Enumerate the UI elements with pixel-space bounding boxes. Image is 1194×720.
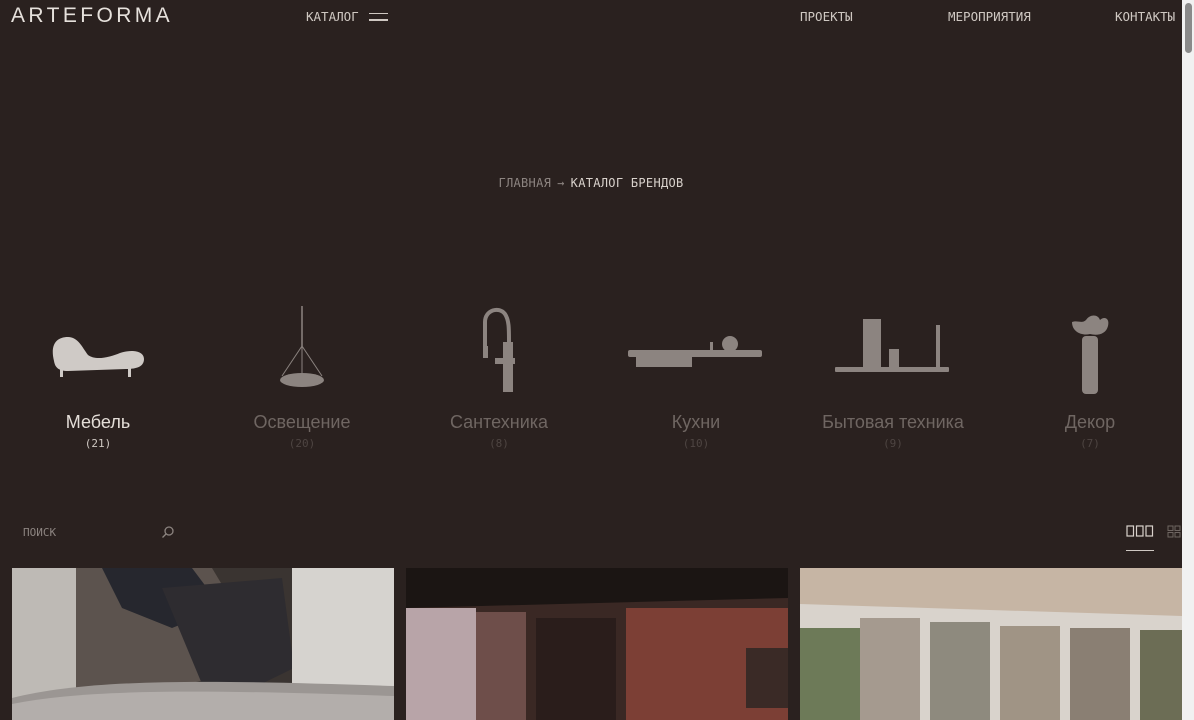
category-kitchens[interactable]: Кухни (10)	[596, 300, 796, 450]
category-label: Освещение	[253, 412, 351, 432]
appliances-icon	[835, 319, 949, 372]
search-box	[11, 518, 179, 546]
site-header: ARTEFORMA КАТАЛОГ ПРОЕКТЫ МЕРОПРИЯТИЯ КО…	[0, 0, 1182, 34]
category-count: (8)	[489, 437, 509, 450]
category-count: (20)	[288, 437, 316, 450]
category-furniture[interactable]: Мебель (21)	[0, 300, 198, 450]
brand-card[interactable]	[406, 568, 788, 720]
search-input[interactable]	[11, 518, 173, 546]
category-plumbing[interactable]: Сантехника (8)	[399, 300, 599, 450]
nav-projects[interactable]: ПРОЕКТЫ	[800, 9, 853, 24]
kitchen-icon	[628, 336, 762, 367]
grid-view-icon	[1167, 525, 1181, 538]
sofa-icon	[52, 337, 144, 377]
category-label: Мебель	[65, 412, 131, 432]
menu-icon	[368, 12, 388, 21]
nav-events[interactable]: МЕРОПРИЯТИЯ	[948, 9, 1031, 24]
category-appliances[interactable]: Бытовая техника (9)	[793, 300, 993, 450]
category-count: (9)	[883, 437, 903, 450]
category-label: Кухни	[671, 412, 721, 432]
category-count: (7)	[1080, 437, 1100, 450]
breadcrumb-home[interactable]: ГЛАВНАЯ	[498, 176, 551, 190]
search-icon[interactable]	[161, 525, 175, 539]
category-decor[interactable]: Декор (7)	[990, 300, 1190, 450]
scrollbar-thumb[interactable]	[1185, 3, 1192, 53]
nav-contacts[interactable]: КОНТАКТЫ	[1115, 9, 1175, 24]
vase-icon	[1072, 315, 1109, 394]
list-view-icon	[1126, 525, 1154, 537]
brand-card-image	[12, 568, 394, 720]
brand-card-image	[800, 568, 1182, 720]
catalog-label: КАТАЛОГ	[306, 9, 359, 24]
breadcrumb: ГЛАВНАЯ → КАТАЛОГ БРЕНДОВ	[0, 176, 1182, 190]
category-label: Бытовая техника	[822, 412, 964, 432]
brand-card-image	[406, 568, 788, 720]
faucet-icon	[483, 307, 515, 392]
list-view-button[interactable]	[1126, 522, 1154, 551]
pendant-lamp-icon	[280, 306, 324, 387]
category-lighting[interactable]: Освещение (20)	[202, 300, 402, 450]
brand-card[interactable]	[800, 568, 1182, 720]
category-count: (10)	[682, 437, 710, 450]
grid-view-button[interactable]	[1166, 522, 1182, 550]
breadcrumb-arrow-icon: →	[557, 176, 565, 190]
catalog-menu-button[interactable]: КАТАЛОГ	[306, 9, 388, 24]
logo[interactable]: ARTEFORMA	[11, 4, 173, 28]
category-label: Сантехника	[449, 412, 549, 432]
brand-card[interactable]	[12, 568, 394, 720]
breadcrumb-current: КАТАЛОГ БРЕНДОВ	[570, 176, 684, 190]
category-label: Декор	[1064, 412, 1116, 432]
category-count: (21)	[84, 437, 112, 450]
